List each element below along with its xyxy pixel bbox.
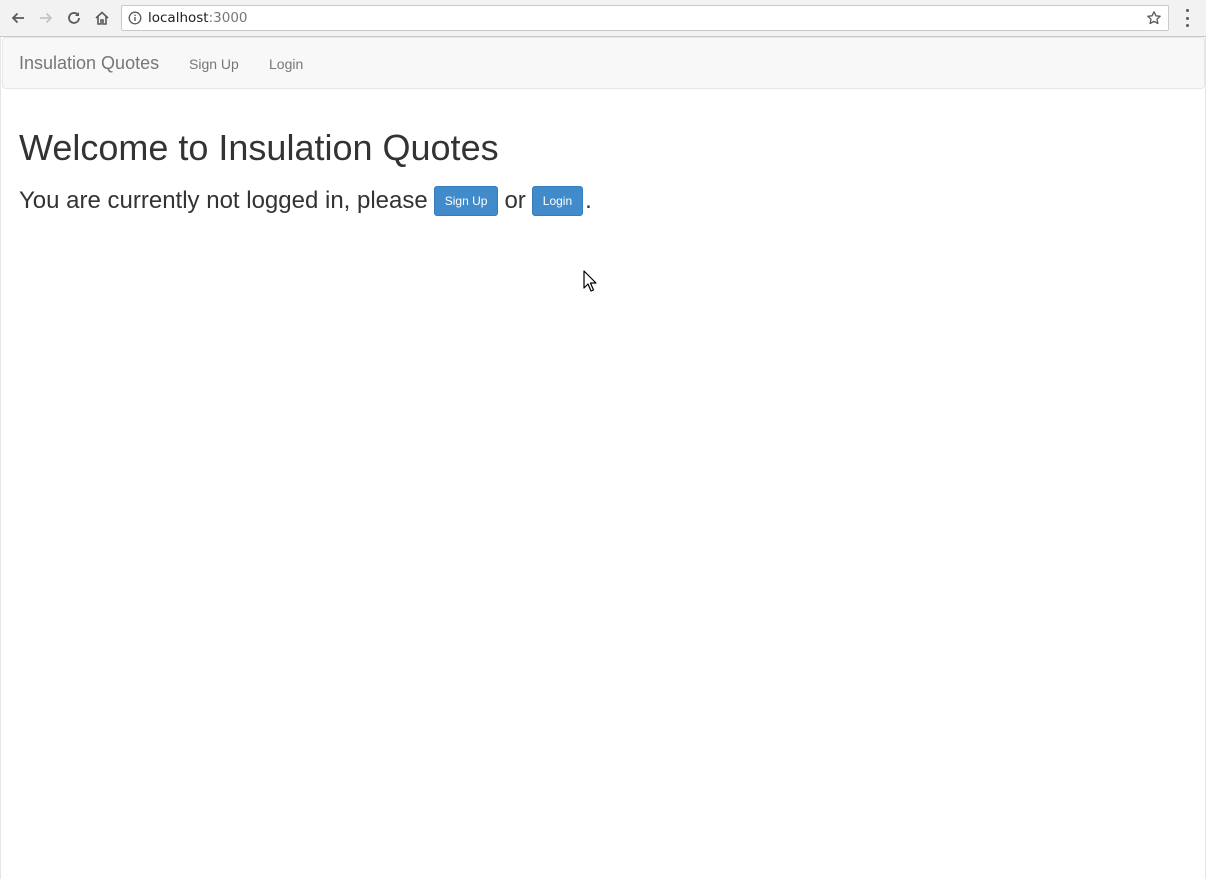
forward-arrow-icon	[40, 12, 53, 24]
nav-link-sign-up[interactable]: Sign Up	[189, 56, 239, 72]
status-prefix: You are currently not logged in, please	[19, 187, 428, 214]
nav-link-login[interactable]: Login	[269, 56, 303, 72]
url-port: :3000	[208, 10, 248, 26]
menu-dots-icon[interactable]	[1180, 9, 1194, 27]
url-text[interactable]: localhost:3000	[148, 10, 248, 26]
back-arrow-icon	[11, 12, 24, 24]
home-icon	[95, 11, 109, 25]
address-bar[interactable]: localhost:3000	[121, 5, 1169, 31]
navbar: Insulation Quotes Sign Up Login	[2, 37, 1205, 89]
login-status-message: You are currently not logged in, please …	[19, 186, 592, 216]
home-button[interactable]	[90, 6, 114, 30]
forward-button[interactable]	[34, 6, 58, 30]
navbar-brand[interactable]: Insulation Quotes	[19, 53, 159, 74]
info-icon[interactable]	[128, 11, 142, 25]
login-button[interactable]: Login	[531, 186, 584, 216]
url-host: localhost	[148, 10, 209, 26]
mouse-cursor-icon	[583, 270, 597, 292]
reload-button[interactable]	[62, 6, 86, 30]
page-viewport: Insulation Quotes Sign Up Login Welcome …	[0, 37, 1206, 879]
page-title: Welcome to Insulation Quotes	[19, 127, 499, 168]
browser-toolbar: localhost:3000	[0, 0, 1206, 37]
status-suffix: .	[585, 187, 592, 214]
star-icon[interactable]	[1146, 10, 1162, 26]
connector-text: or	[504, 187, 526, 214]
back-button[interactable]	[6, 6, 30, 30]
reload-icon	[68, 12, 80, 24]
sign-up-button[interactable]: Sign Up	[433, 186, 499, 216]
